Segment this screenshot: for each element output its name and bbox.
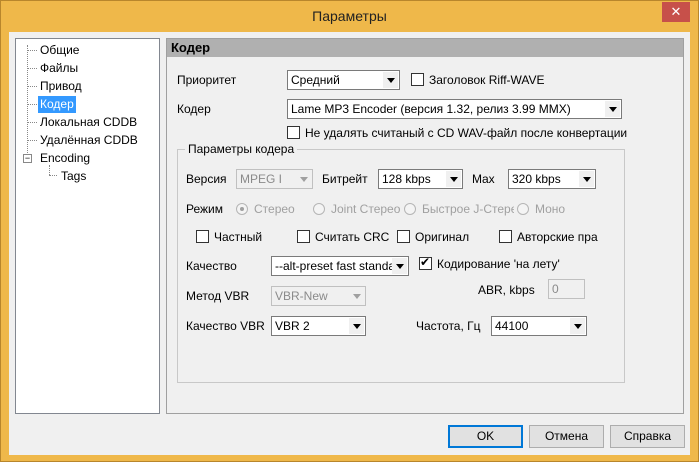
priority-value: Средний [291, 73, 340, 87]
tree-item-general[interactable]: Общие [38, 42, 81, 59]
vbr-quality-label: Качество VBR [186, 319, 265, 333]
frequency-select[interactable]: 44100 [491, 316, 587, 336]
on-the-fly-checkbox[interactable] [419, 255, 432, 270]
vbr-quality-value: VBR 2 [275, 319, 310, 333]
tree-item-encoding[interactable]: Encoding [38, 150, 92, 167]
chevron-down-icon [349, 318, 364, 334]
tree-item-tags[interactable]: Tags [59, 168, 88, 185]
version-select[interactable]: MPEG I [236, 169, 313, 189]
on-the-fly-label: Кодирование 'на лету' [437, 257, 560, 271]
riff-wave-checkbox[interactable] [411, 73, 424, 86]
original-label: Оригинал [415, 230, 470, 244]
ok-button[interactable]: OK [448, 425, 523, 448]
quality-value: --alt-preset fast standard [275, 259, 406, 273]
priority-select[interactable]: Средний [287, 70, 400, 90]
max-bitrate-value: 320 kbps [512, 172, 561, 186]
mode-joint-stereo-radio[interactable] [313, 203, 325, 215]
tree-connector [28, 140, 37, 141]
abr-input[interactable]: 0 [548, 279, 585, 299]
mode-mono-label: Моно [535, 202, 566, 216]
quality-label: Качество [186, 259, 237, 273]
crc-label: Считать CRC [315, 230, 390, 244]
dialog-client: Общие Файлы Привод Кодер Локальная CDDB … [9, 32, 690, 455]
tree-item-files[interactable]: Файлы [38, 60, 80, 77]
copyright-checkbox[interactable] [499, 230, 512, 243]
keep-wav-label: Не удалять считаный с CD WAV-файл после … [305, 126, 628, 140]
tree-connector [27, 45, 28, 153]
private-label: Частный [214, 230, 263, 244]
chevron-down-icon [446, 171, 461, 187]
vbr-method-label: Метод VBR [186, 289, 250, 303]
quality-select[interactable]: --alt-preset fast standard [271, 256, 409, 276]
encoder-label: Кодер [177, 102, 211, 116]
chevron-down-icon [579, 171, 594, 187]
tree-connector [28, 122, 37, 123]
encoder-params-group: Параметры кодера Версия MPEG I Битрейт 1… [177, 142, 625, 383]
version-value: MPEG I [240, 172, 283, 186]
original-checkbox[interactable] [397, 230, 410, 243]
riff-wave-label: Заголовок Riff-WAVE [429, 73, 545, 87]
close-button[interactable]: ✕ [662, 2, 690, 22]
panel-header: Кодер [167, 39, 683, 57]
vbr-method-value: VBR-New [275, 289, 328, 303]
bitrate-label: Битрейт [322, 172, 368, 186]
vbr-method-select[interactable]: VBR-New [271, 286, 366, 306]
mode-stereo-label: Стерео [254, 202, 295, 216]
tree-connector [28, 104, 37, 105]
bitrate-select[interactable]: 128 kbps [378, 169, 463, 189]
tree-connector [49, 175, 57, 176]
private-checkbox[interactable] [196, 230, 209, 243]
chevron-down-icon [570, 318, 585, 334]
chevron-down-icon [296, 171, 311, 187]
max-label: Max [472, 172, 495, 186]
cancel-button[interactable]: Отмена [529, 425, 604, 448]
tree-item-drive[interactable]: Привод [38, 78, 84, 95]
mode-fast-joint-label: Быстрое J-Стерео [422, 202, 514, 216]
vbr-quality-select[interactable]: VBR 2 [271, 316, 366, 336]
keep-wav-checkbox[interactable] [287, 126, 300, 139]
help-button[interactable]: Справка [610, 425, 685, 448]
chevron-down-icon [392, 258, 407, 274]
frequency-value: 44100 [495, 319, 529, 333]
tree-item-remote-cddb[interactable]: Удалённая CDDB [38, 132, 140, 149]
close-icon: ✕ [670, 4, 682, 19]
copyright-label: Авторские пра [517, 230, 598, 244]
mode-label: Режим [186, 202, 223, 216]
max-bitrate-select[interactable]: 320 kbps [508, 169, 596, 189]
window-title: Параметры [312, 8, 387, 24]
bitrate-value: 128 kbps [382, 172, 431, 186]
tree-item-local-cddb[interactable]: Локальная CDDB [38, 114, 139, 131]
tree-connector [28, 86, 37, 87]
collapse-icon[interactable]: − [23, 154, 32, 163]
mode-stereo-radio[interactable] [236, 203, 248, 215]
mode-fast-joint-radio[interactable] [404, 203, 416, 215]
crc-checkbox[interactable] [297, 230, 310, 243]
tree-item-encoder[interactable]: Кодер [38, 96, 76, 113]
title-bar[interactable]: Параметры [1, 1, 698, 31]
frequency-label: Частота, Гц [416, 319, 481, 333]
chevron-down-icon [349, 288, 364, 304]
chevron-down-icon [605, 101, 620, 117]
tree-connector [28, 50, 37, 51]
settings-tree[interactable]: Общие Файлы Привод Кодер Локальная CDDB … [15, 38, 160, 414]
mode-joint-stereo-label: Joint Стерео [331, 202, 401, 216]
settings-window: Параметры ✕ Общие Файлы Привод Кодер Лок… [0, 0, 699, 462]
priority-label: Приоритет [177, 73, 237, 87]
abr-label: ABR, kbps [478, 283, 535, 297]
encoder-panel: Кодер Приоритет Средний Заголовок Riff-W… [166, 38, 684, 414]
version-label: Версия [186, 172, 227, 186]
tree-connector [28, 68, 37, 69]
group-title: Параметры кодера [185, 142, 298, 156]
chevron-down-icon [383, 72, 398, 88]
encoder-value: Lame MP3 Encoder (версия 1.32, релиз 3.9… [291, 102, 571, 116]
mode-mono-radio[interactable] [517, 203, 529, 215]
encoder-select[interactable]: Lame MP3 Encoder (версия 1.32, релиз 3.9… [287, 99, 622, 119]
